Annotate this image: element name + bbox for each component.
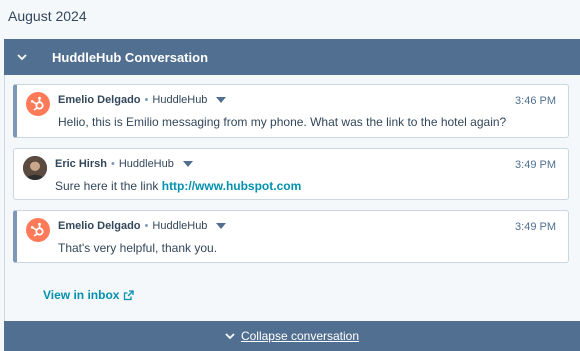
hubspot-sprocket-icon — [26, 92, 50, 116]
message-body: Sure here it the link http://www.hubspot… — [55, 179, 301, 193]
user-avatar — [23, 156, 47, 180]
message-item: Emelio Delgado • HuddleHub 3:49 PM That'… — [13, 210, 569, 263]
message-text: Helio, this is Emilio messaging from my … — [58, 115, 507, 129]
collapse-conversation-button[interactable]: Collapse conversation — [4, 321, 580, 351]
message-item: Emelio Delgado • HuddleHub 3:46 PM Helio… — [13, 84, 569, 138]
message-text: That's very helpful, thank you. — [58, 241, 218, 255]
message-meta: Eric Hirsh • HuddleHub — [55, 158, 193, 170]
conversation-title: HuddleHub Conversation — [52, 49, 209, 65]
caret-down-icon[interactable] — [216, 97, 227, 103]
message-body: Helio, this is Emilio messaging from my … — [58, 115, 506, 129]
message-list: Emelio Delgado • HuddleHub 3:46 PM Helio… — [5, 75, 580, 263]
external-link-icon — [123, 289, 135, 301]
sender-name: Eric Hirsh — [55, 158, 107, 170]
message-time: 3:49 PM — [515, 159, 556, 171]
conversation-header[interactable]: HuddleHub Conversation — [4, 39, 580, 75]
conversation-panel: HuddleHub Conversation Emelio Delgado • … — [4, 39, 580, 351]
caret-down-icon[interactable] — [216, 223, 227, 229]
message-text: Sure here it the link — [55, 179, 159, 193]
chevron-down-icon — [225, 332, 235, 340]
sender-name: Emelio Delgado — [58, 94, 141, 106]
separator-dot: • — [110, 158, 115, 170]
sender-name: Emelio Delgado — [58, 220, 141, 232]
view-in-inbox-label: View in inbox — [43, 288, 120, 302]
separator-dot: • — [144, 94, 149, 106]
message-body: That's very helpful, thank you. — [58, 241, 217, 255]
date-header: August 2024 — [8, 8, 87, 24]
message-time: 3:49 PM — [515, 221, 556, 233]
sender-org: HuddleHub — [118, 158, 174, 170]
message-item: Eric Hirsh • HuddleHub 3:49 PM Sure here… — [13, 148, 569, 200]
view-in-inbox-link[interactable]: View in inbox — [43, 288, 135, 302]
separator-dot: • — [144, 220, 149, 232]
hubspot-sprocket-icon — [26, 218, 50, 242]
chevron-down-icon[interactable] — [4, 53, 40, 61]
caret-down-icon[interactable] — [182, 161, 193, 167]
message-time: 3:46 PM — [515, 95, 556, 107]
sender-org: HuddleHub — [152, 94, 208, 106]
message-meta: Emelio Delgado • HuddleHub — [58, 94, 227, 106]
message-link[interactable]: http://www.hubspot.com — [162, 179, 302, 193]
collapse-conversation-label: Collapse conversation — [240, 329, 360, 343]
message-meta: Emelio Delgado • HuddleHub — [58, 220, 227, 232]
sender-org: HuddleHub — [152, 220, 208, 232]
